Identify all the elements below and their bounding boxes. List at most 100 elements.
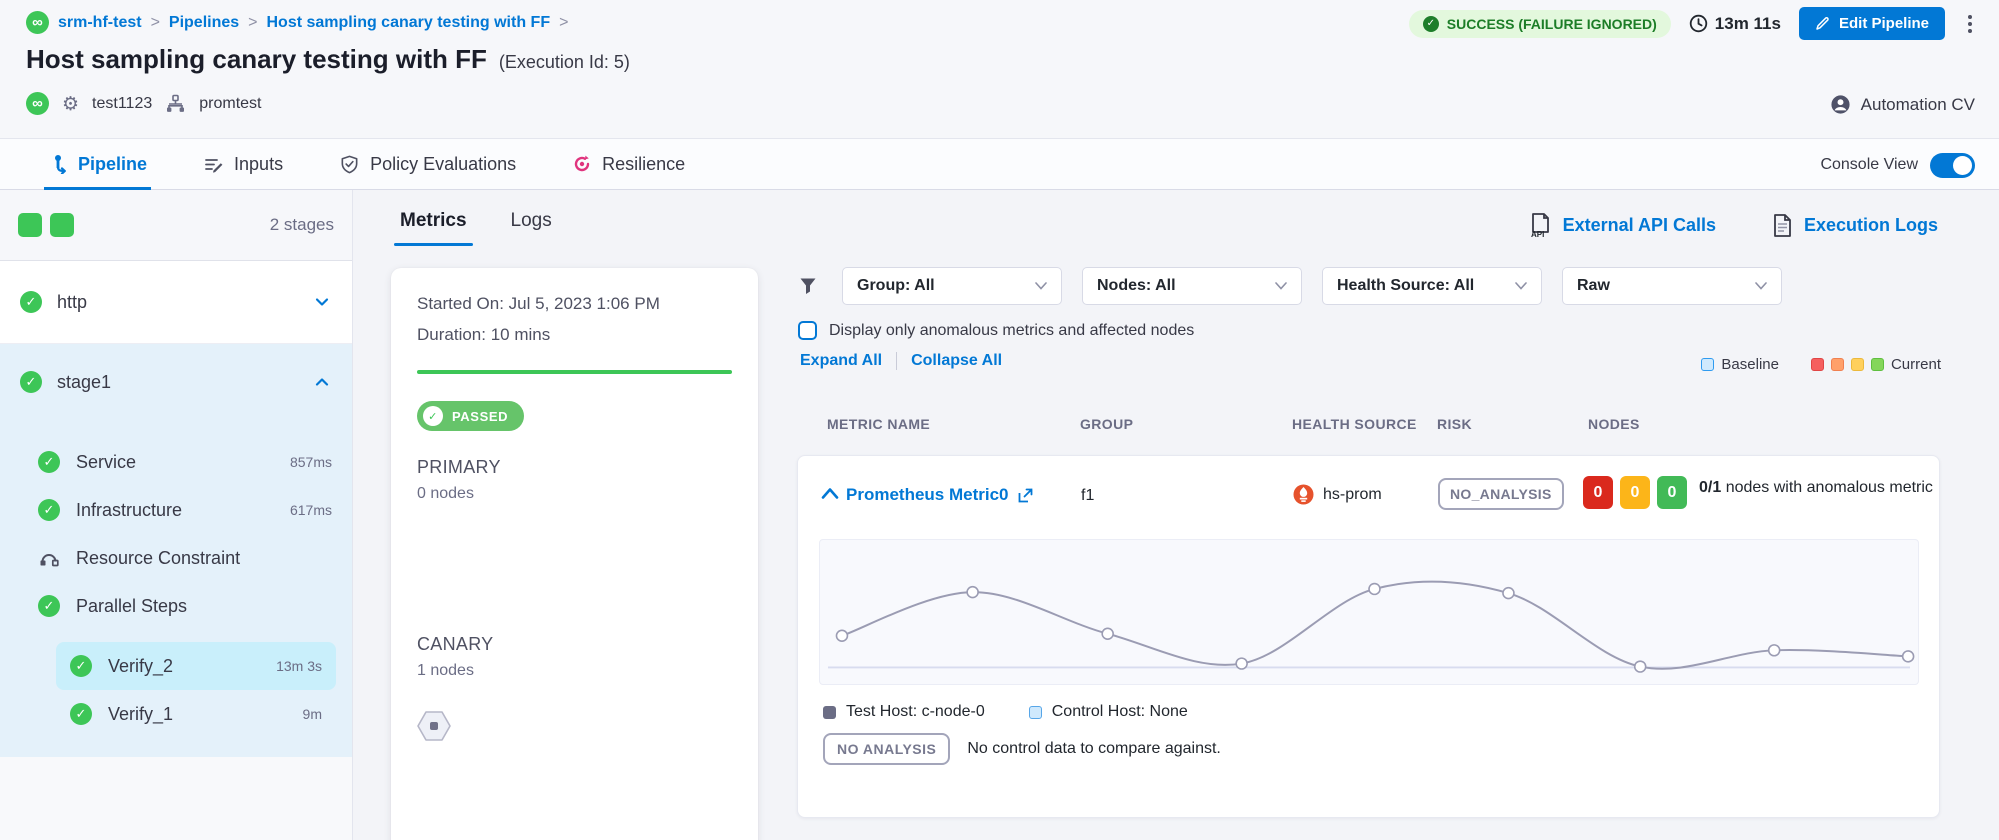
chevron-down-icon[interactable]: [312, 292, 332, 312]
avatar-icon: [1830, 94, 1851, 115]
filter-icon[interactable]: [798, 276, 818, 296]
collapse-chevron-icon[interactable]: [821, 487, 839, 500]
raw-filter-dropdown[interactable]: Raw: [1562, 267, 1782, 305]
step-label: Resource Constraint: [76, 548, 240, 569]
progress-bar: [417, 370, 732, 374]
execution-id: (Execution Id: 5): [499, 52, 630, 73]
external-api-calls-link[interactable]: API External API Calls: [1529, 212, 1716, 238]
divider: [896, 352, 897, 370]
success-check-icon: ✓: [70, 703, 92, 725]
execution-logs-link[interactable]: Execution Logs: [1772, 212, 1938, 238]
expand-all-link[interactable]: Expand All: [800, 352, 882, 370]
chevron-up-icon[interactable]: [312, 372, 332, 392]
pipeline-icon: [48, 154, 68, 174]
step-list: ✓ Service 857ms ✓ Infrastructure 617ms R…: [0, 420, 352, 738]
more-options-icon[interactable]: [1963, 10, 1977, 38]
elapsed-time: 13m 11s: [1689, 14, 1781, 34]
success-check-icon: ✓: [20, 371, 42, 393]
status-badge-label: SUCCESS (FAILURE IGNORED): [1447, 16, 1657, 32]
prometheus-icon: [1293, 484, 1314, 505]
anomalous-checkbox[interactable]: [798, 321, 817, 340]
tab-resilience[interactable]: Resilience: [568, 139, 689, 189]
primary-nodes-count: 0 nodes: [417, 485, 732, 503]
control-host-label: Control Host: None: [1052, 703, 1188, 721]
canary-label: CANARY: [417, 634, 494, 655]
edit-pipeline-button[interactable]: Edit Pipeline: [1799, 7, 1945, 40]
resilience-chaos-icon: [572, 154, 592, 174]
canary-node-hexagon[interactable]: [417, 710, 451, 742]
console-view-toggle[interactable]: [1930, 153, 1975, 178]
metric-name-link[interactable]: Prometheus Metric0: [846, 485, 1034, 505]
step-label: Infrastructure: [76, 500, 182, 521]
tab-policy-evaluations[interactable]: Policy Evaluations: [335, 139, 520, 189]
gear-icon: ⚙: [62, 93, 79, 115]
current-green-swatch: [1871, 358, 1884, 371]
baseline-legend-swatch: [1701, 358, 1714, 371]
collapse-all-link[interactable]: Collapse All: [911, 352, 1002, 370]
sidebar-stage-http[interactable]: ✓ http: [0, 261, 352, 344]
metric-row: Prometheus Metric0 f1 hs-prom NO_ANALYSI…: [798, 476, 1939, 518]
risk-count-amber: 0: [1620, 476, 1650, 509]
baseline-legend-label: Baseline: [1721, 356, 1779, 373]
tab-inputs[interactable]: Inputs: [199, 139, 287, 189]
anomalous-filter-row: Display only anomalous metrics and affec…: [798, 321, 1194, 340]
breadcrumb-project-link[interactable]: srm-hf-test: [58, 14, 142, 32]
test-host-swatch: [823, 706, 836, 719]
anomalous-checkbox-label: Display only anomalous metrics and affec…: [829, 322, 1194, 340]
tab-pipeline[interactable]: Pipeline: [44, 139, 151, 189]
step-service[interactable]: ✓ Service 857ms: [0, 438, 352, 486]
raw-filter-value: Raw: [1577, 277, 1610, 295]
risk-count-green: 0: [1657, 476, 1687, 509]
metric-timeseries-chart[interactable]: [820, 540, 1918, 684]
breadcrumb-pipeline-link[interactable]: Host sampling canary testing with FF: [267, 14, 551, 32]
check-circle-icon: ✓: [1423, 16, 1439, 32]
breadcrumb-separator: >: [559, 14, 568, 32]
verify-step-tabs: Metrics Logs: [398, 204, 554, 246]
console-view-control: Console View: [1820, 139, 1975, 191]
pencil-icon: [1815, 16, 1830, 31]
column-metric-name: METRIC NAME: [827, 416, 930, 432]
harness-logo-icon[interactable]: ∞: [26, 11, 49, 34]
chevron-down-icon: [1035, 282, 1047, 290]
execution-logs-label: Execution Logs: [1804, 215, 1938, 236]
tab-logs[interactable]: Logs: [509, 204, 554, 246]
step-resource-constraint[interactable]: Resource Constraint: [0, 534, 352, 582]
group-filter-value: Group: All: [857, 277, 935, 295]
service-status-icon: ∞: [26, 92, 49, 115]
nodes-filter-value: Nodes: All: [1097, 277, 1176, 295]
svg-text:API: API: [1531, 230, 1544, 238]
step-infrastructure[interactable]: ✓ Infrastructure 617ms: [0, 486, 352, 534]
stage-square-icon: [18, 213, 42, 237]
current-orange-swatch: [1831, 358, 1844, 371]
breadcrumb-pipelines-link[interactable]: Pipelines: [169, 14, 239, 32]
title-row: Host sampling canary testing with FF (Ex…: [26, 44, 630, 75]
page-title: Host sampling canary testing with FF: [26, 44, 487, 75]
host-legend: Test Host: c-node-0 Control Host: None: [823, 703, 1188, 721]
metric-name-label: Prometheus Metric0: [846, 485, 1009, 505]
external-link-icon[interactable]: [1017, 487, 1034, 504]
stages-header: 2 stages: [0, 190, 352, 261]
current-yellow-swatch: [1851, 358, 1864, 371]
tab-metrics[interactable]: Metrics: [398, 204, 469, 246]
metric-risk: NO_ANALYSIS: [1438, 478, 1564, 510]
stage-square-icon: [50, 213, 74, 237]
header-actions: ✓ SUCCESS (FAILURE IGNORED) 13m 11s Edit…: [1409, 7, 1977, 40]
risk-count-red: 0: [1583, 476, 1613, 509]
health-source-filter-dropdown[interactable]: Health Source: All: [1322, 267, 1542, 305]
success-check-icon: ✓: [38, 499, 60, 521]
clock-icon: [1689, 14, 1708, 33]
content-area: Metrics Logs Started On: Jul 5, 2023 1:0…: [353, 190, 1999, 840]
step-duration: 9m: [303, 706, 322, 722]
group-filter-dropdown[interactable]: Group: All: [842, 267, 1062, 305]
nodes-filter-dropdown[interactable]: Nodes: All: [1082, 267, 1302, 305]
current-red-swatch: [1811, 358, 1824, 371]
environment-icon: [165, 93, 186, 114]
step-verify-1[interactable]: ✓ Verify_1 9m: [56, 690, 336, 738]
document-icon: [1772, 213, 1793, 238]
step-label: Verify_2: [108, 656, 173, 677]
sidebar-stage-stage1[interactable]: ✓ stage1: [0, 344, 352, 420]
step-verify-2[interactable]: ✓ Verify_2 13m 3s: [56, 642, 336, 690]
step-parallel-steps[interactable]: ✓ Parallel Steps: [0, 582, 352, 630]
user-chip: Automation CV: [1830, 94, 1975, 115]
step-label: Verify_1: [108, 704, 173, 725]
